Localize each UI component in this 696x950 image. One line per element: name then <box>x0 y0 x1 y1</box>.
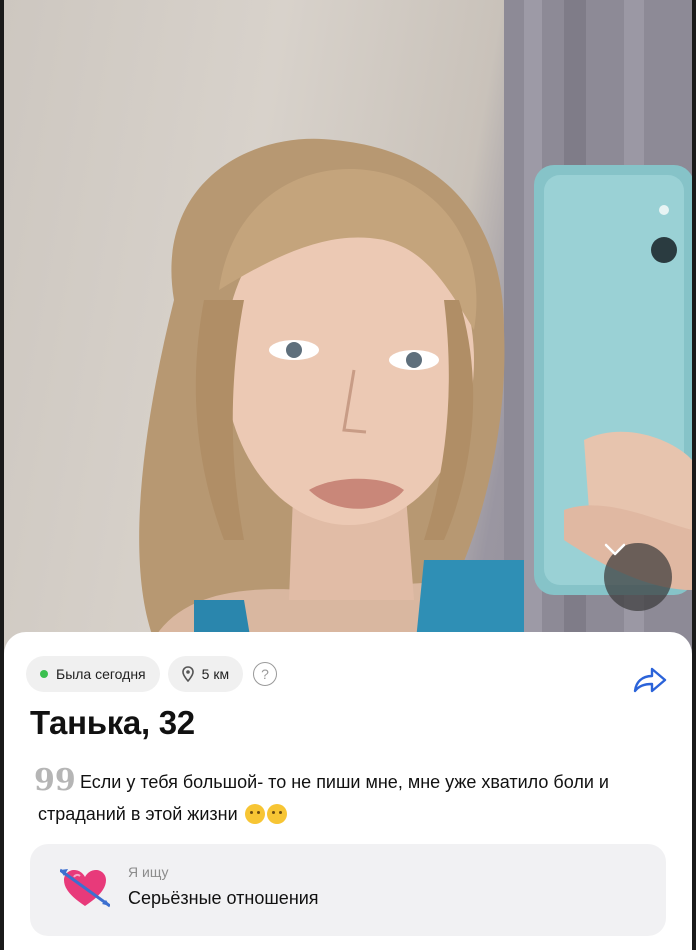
heart-with-arrow-icon <box>60 868 110 908</box>
chevron-down-icon <box>604 543 626 556</box>
online-dot-icon <box>40 670 48 678</box>
profile-bio: Если у тебя большой- то не пиши мне, мне… <box>38 766 658 830</box>
distance-chip: 5 км <box>167 656 244 692</box>
status-chips: Была сегодня 5 км ? <box>26 656 278 692</box>
looking-for-panel: Я ищу Серьёзные отношения <box>30 844 666 936</box>
distance-text: 5 км <box>201 666 230 682</box>
online-status-chip: Была сегодня <box>26 656 160 692</box>
collapse-button[interactable] <box>604 543 672 611</box>
photo-illustration <box>139 0 692 660</box>
looking-for-label: Я ищу <box>128 864 169 880</box>
profile-photo[interactable] <box>4 0 692 660</box>
smirking-face-icon <box>266 804 287 824</box>
bio-text: Если у тебя большой- то не пиши мне, мне… <box>38 772 609 824</box>
profile-name-age: Танька, 32 <box>30 704 195 741</box>
profile-screen: Была сегодня 5 км ? Танька, 32 99 Если у… <box>4 0 692 950</box>
looking-for-value: Серьёзные отношения <box>128 888 319 908</box>
share-arrow-icon <box>633 667 667 693</box>
profile-card: Была сегодня 5 км ? Танька, 32 99 Если у… <box>4 632 692 950</box>
online-status-text: Была сегодня <box>56 666 146 682</box>
share-button[interactable] <box>632 666 668 694</box>
help-icon[interactable]: ? <box>253 662 278 686</box>
location-pin-icon <box>181 666 194 682</box>
worried-face-icon <box>244 804 265 824</box>
